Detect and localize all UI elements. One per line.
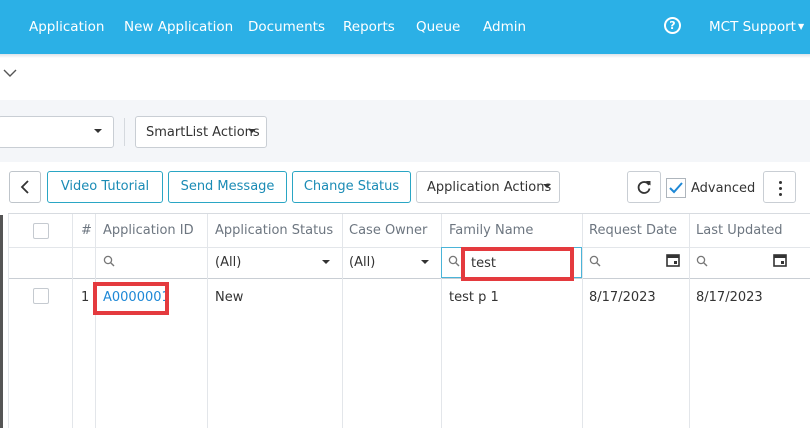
top-navigation-bar: Application New Application Documents Re… bbox=[0, 0, 810, 54]
panel-edge bbox=[0, 215, 3, 428]
smartlist-dropdown[interactable] bbox=[0, 116, 114, 148]
caret-down-icon bbox=[421, 260, 429, 264]
search-icon bbox=[448, 255, 460, 267]
smartlist-actions-button[interactable]: SmartList Actions bbox=[135, 116, 267, 148]
column-divider bbox=[582, 214, 583, 428]
column-header-application-status[interactable]: Application Status bbox=[215, 223, 333, 238]
smartlist-toolbar bbox=[0, 100, 810, 162]
chevron-down-icon: ▼ bbox=[797, 22, 805, 31]
column-divider bbox=[95, 214, 96, 428]
application-actions-label: Application Actions bbox=[427, 180, 552, 195]
video-tutorial-button[interactable]: Video Tutorial bbox=[47, 171, 163, 203]
caret-down-icon bbox=[248, 129, 256, 133]
column-header-last-updated[interactable]: Last Updated bbox=[696, 223, 783, 238]
nav-new-application[interactable]: New Application bbox=[124, 19, 233, 35]
toolbar-divider bbox=[124, 118, 125, 146]
nav-application[interactable]: Application bbox=[29, 19, 104, 35]
application-actions-button[interactable]: Application Actions bbox=[416, 171, 560, 203]
column-header-application-id[interactable]: Application ID bbox=[103, 223, 194, 238]
chevron-down-icon[interactable] bbox=[3, 66, 17, 80]
row-checkbox[interactable] bbox=[33, 288, 49, 304]
column-divider bbox=[72, 214, 73, 428]
column-header-case-owner[interactable]: Case Owner bbox=[349, 223, 427, 238]
family-name-filter-highlight bbox=[461, 247, 574, 281]
user-menu[interactable]: MCT Support ▼ bbox=[709, 19, 804, 35]
checkmark-icon bbox=[669, 182, 683, 194]
change-status-button[interactable]: Change Status bbox=[292, 171, 411, 203]
smartlist-actions-label: SmartList Actions bbox=[146, 125, 260, 140]
caret-down-icon bbox=[322, 260, 330, 264]
nav-shadow bbox=[0, 54, 810, 58]
application-status-filter[interactable]: (All) bbox=[215, 255, 333, 270]
nav-queue[interactable]: Queue bbox=[416, 19, 460, 35]
refresh-icon bbox=[637, 181, 651, 194]
column-divider bbox=[8, 214, 9, 428]
column-header-request-date[interactable]: Request Date bbox=[589, 223, 677, 238]
nav-admin[interactable]: Admin bbox=[483, 19, 526, 35]
column-header-family-name[interactable]: Family Name bbox=[449, 223, 533, 238]
more-vertical-icon bbox=[779, 181, 782, 184]
search-icon bbox=[696, 255, 708, 267]
case-owner-filter-value: (All) bbox=[349, 255, 376, 270]
column-divider bbox=[207, 214, 208, 428]
help-icon[interactable]: ? bbox=[664, 17, 681, 34]
application-status-cell: New bbox=[215, 290, 244, 305]
family-name-cell: test p 1 bbox=[449, 290, 499, 305]
nav-reports[interactable]: Reports bbox=[343, 19, 395, 35]
last-updated-cell: 8/17/2023 bbox=[696, 290, 763, 305]
back-button[interactable] bbox=[9, 171, 41, 203]
send-message-button[interactable]: Send Message bbox=[168, 171, 287, 203]
application-status-filter-value: (All) bbox=[215, 255, 242, 270]
request-date-cell: 8/17/2023 bbox=[589, 290, 656, 305]
search-icon bbox=[103, 255, 115, 267]
refresh-button[interactable] bbox=[627, 171, 661, 203]
application-id-highlight bbox=[93, 282, 169, 315]
select-all-checkbox[interactable] bbox=[33, 223, 49, 239]
column-divider bbox=[342, 214, 343, 428]
row-number: 1 bbox=[81, 290, 90, 305]
calendar-icon[interactable] bbox=[666, 253, 680, 267]
calendar-icon[interactable] bbox=[773, 253, 787, 267]
search-icon bbox=[589, 255, 601, 267]
column-divider bbox=[689, 214, 690, 428]
advanced-checkbox[interactable] bbox=[666, 178, 686, 198]
more-options-button[interactable] bbox=[763, 171, 796, 203]
user-name: MCT Support bbox=[709, 19, 796, 35]
chevron-left-icon bbox=[20, 180, 29, 194]
caret-down-icon bbox=[94, 129, 102, 133]
advanced-label: Advanced bbox=[691, 181, 756, 196]
nav-documents[interactable]: Documents bbox=[248, 19, 325, 35]
caret-down-icon bbox=[543, 184, 551, 188]
column-header-number[interactable]: # bbox=[81, 223, 92, 238]
case-owner-filter[interactable]: (All) bbox=[349, 255, 433, 270]
